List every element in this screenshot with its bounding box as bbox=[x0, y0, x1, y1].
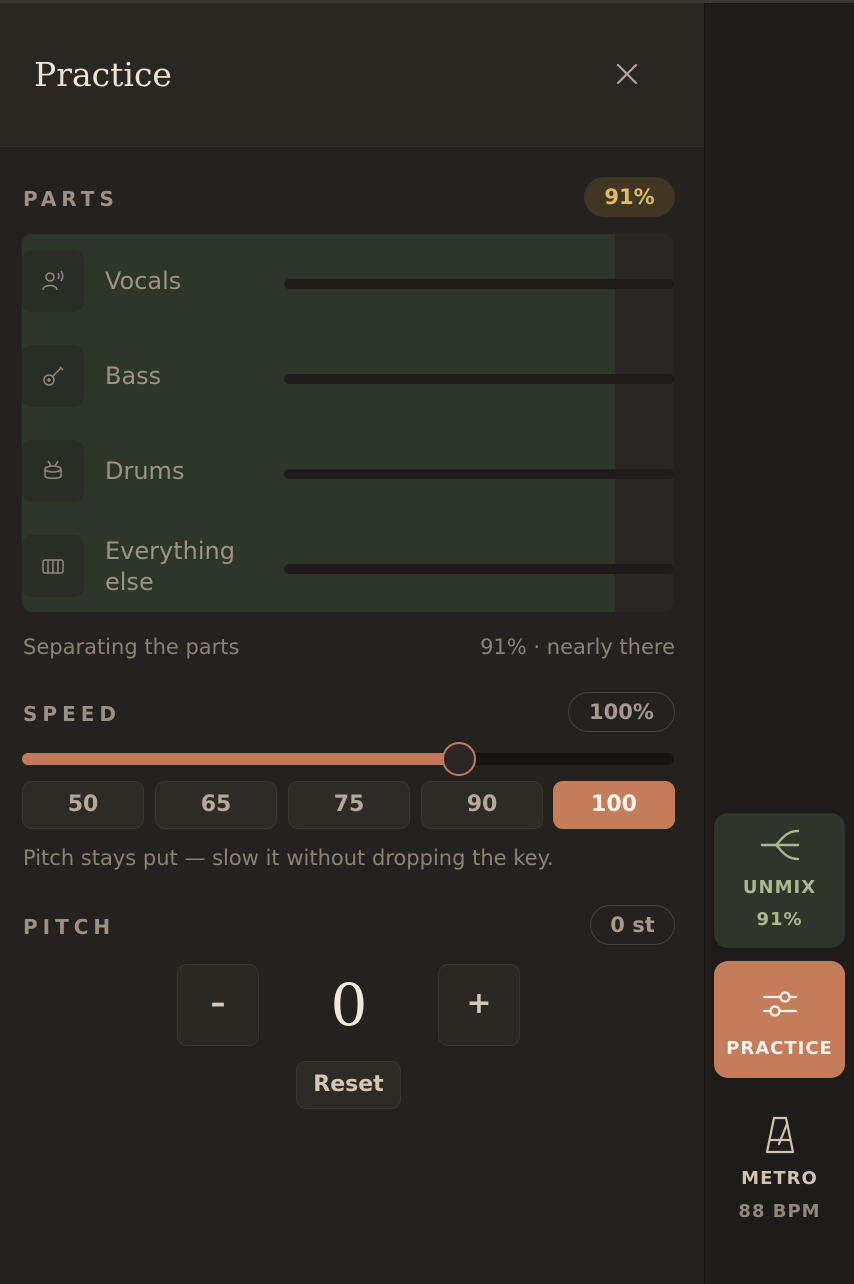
rail-metro-button[interactable]: METRO 88 BPM bbox=[714, 1108, 845, 1233]
part-label-vocals: Vocals bbox=[105, 267, 182, 295]
keys-icon bbox=[42, 559, 64, 574]
speed-preset-100[interactable]: 100 bbox=[553, 781, 675, 829]
rail-unmix-button[interactable]: UNMIX 91% bbox=[714, 813, 845, 948]
rail-practice-label: PRACTICE bbox=[726, 1038, 833, 1059]
pitch-down-button[interactable]: – bbox=[177, 964, 259, 1046]
parts-section-label: PARTS bbox=[23, 187, 119, 211]
bass-guitar-icon bbox=[43, 366, 64, 386]
parts-progress-badge: 91% bbox=[584, 177, 675, 217]
rail-unmix-label: UNMIX bbox=[742, 877, 817, 898]
speed-slider-thumb[interactable] bbox=[441, 742, 476, 776]
rail-metro-bpm: 88 BPM bbox=[738, 1201, 821, 1222]
pitch-section-label: PITCH bbox=[23, 915, 116, 939]
speed-preset-75[interactable]: 75 bbox=[288, 781, 410, 829]
pitch-value: 0 bbox=[330, 971, 368, 1039]
rail-unmix-progress: 91% bbox=[756, 909, 803, 930]
split-icon bbox=[760, 829, 799, 861]
pitch-reset-button[interactable]: Reset bbox=[296, 1061, 401, 1109]
panel-title: Practice bbox=[34, 55, 172, 94]
practice-panel: Practice PARTS 91% Vocals Bass Drums Eve… bbox=[0, 3, 705, 1284]
drum-icon bbox=[44, 460, 62, 479]
part-row-vocals[interactable]: Vocals bbox=[22, 234, 674, 329]
speed-slider-fill bbox=[22, 753, 459, 765]
part-label-bass: Bass bbox=[105, 362, 162, 390]
rail-metro-label: METRO bbox=[741, 1168, 818, 1189]
speed-section-label: SPEED bbox=[23, 702, 121, 726]
speed-slider[interactable] bbox=[22, 742, 674, 776]
part-label-drums: Drums bbox=[105, 457, 185, 485]
part-volume-slider-drums[interactable] bbox=[284, 469, 674, 479]
separation-status-text: Separating the parts bbox=[23, 635, 240, 659]
part-row-bass[interactable]: Bass bbox=[22, 329, 674, 424]
panel-header: Practice bbox=[0, 3, 704, 147]
speed-preset-50[interactable]: 50 bbox=[22, 781, 144, 829]
speed-value-badge: 100% bbox=[568, 692, 675, 732]
close-button[interactable] bbox=[608, 55, 646, 93]
part-volume-slider-bass[interactable] bbox=[284, 374, 674, 384]
sliders-icon bbox=[762, 991, 797, 1017]
part-volume-slider-everything-else[interactable] bbox=[284, 564, 674, 574]
parts-list: Vocals Bass Drums Everything else bbox=[22, 234, 674, 612]
speed-preset-90[interactable]: 90 bbox=[421, 781, 543, 829]
part-volume-slider-vocals[interactable] bbox=[284, 279, 674, 289]
pitch-value-badge: 0 st bbox=[590, 905, 675, 945]
pitch-up-button[interactable]: + bbox=[438, 964, 520, 1046]
part-label-everything-else: Everything else bbox=[105, 537, 235, 596]
rail-practice-button[interactable]: PRACTICE bbox=[714, 961, 845, 1078]
separation-progress-text: 91% · nearly there bbox=[480, 635, 675, 659]
tool-rail: UNMIX 91% PRACTICE METRO 88 BPM bbox=[705, 3, 854, 1284]
close-icon bbox=[616, 63, 638, 85]
part-row-everything-else[interactable]: Everything else bbox=[22, 519, 674, 612]
speed-preset-65[interactable]: 65 bbox=[155, 781, 277, 829]
vocals-icon bbox=[42, 270, 64, 291]
speed-hint-text: Pitch stays put — slow it without droppi… bbox=[23, 846, 554, 870]
part-row-drums[interactable]: Drums bbox=[22, 424, 674, 519]
metronome-icon bbox=[765, 1116, 794, 1154]
